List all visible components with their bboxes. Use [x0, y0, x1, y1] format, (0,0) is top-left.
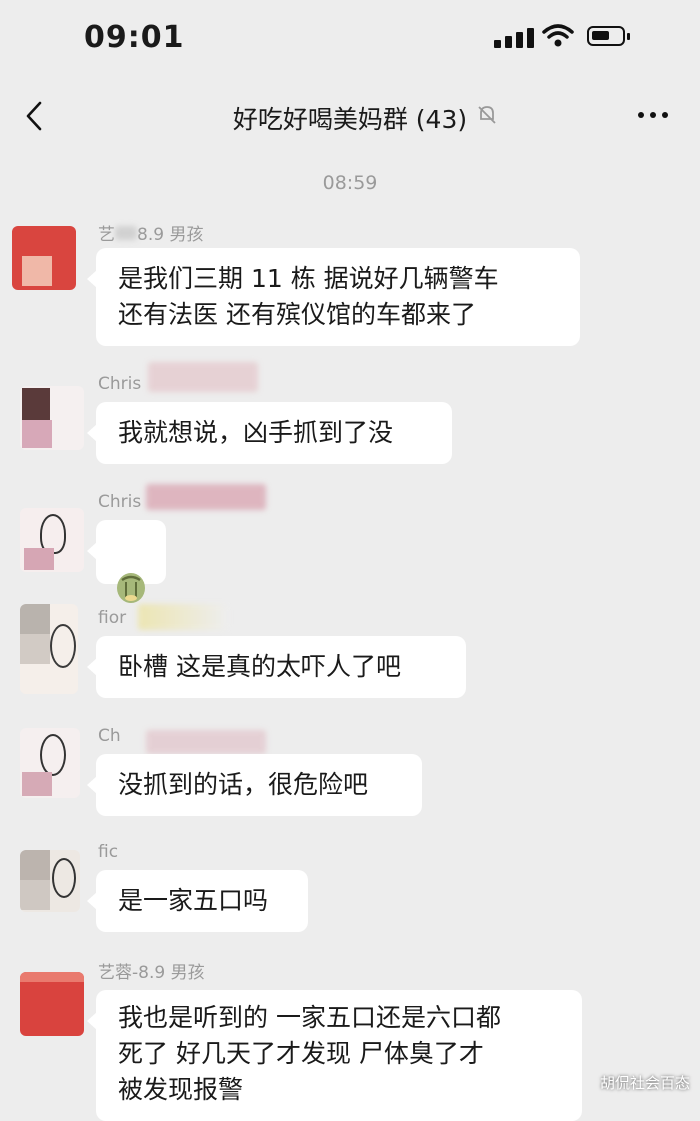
- avatar[interactable]: [12, 226, 76, 290]
- sender-name: Ch: [98, 726, 121, 746]
- redacted-name: [146, 484, 266, 510]
- redacted-name: [138, 604, 228, 630]
- avatar[interactable]: [20, 972, 84, 1036]
- sender-name: fic: [98, 842, 119, 862]
- sender-name: fior: [98, 608, 127, 628]
- chat-title: 好吃好喝美妈群 (43): [232, 105, 468, 134]
- muted-bell-icon: [478, 106, 496, 124]
- watermark: 胡侃社会百态: [599, 1074, 690, 1092]
- message-bubble[interactable]: 我就想说，凶手抓到了没: [87, 402, 452, 464]
- sender-name-tail: 8.9 男孩: [137, 225, 204, 245]
- avatar[interactable]: [20, 728, 80, 798]
- cellular-signal-icon: [494, 28, 534, 48]
- sender-name: 艺蓉-8.9 男孩: [98, 963, 205, 983]
- redacted-name: [146, 730, 266, 754]
- more-options-button[interactable]: [628, 100, 678, 130]
- dot: [662, 112, 668, 118]
- message-bubble[interactable]: 是我们三期 11 栋 据说好几辆警车 还有法医 还有殡仪馆的车都来了: [87, 248, 580, 346]
- sticker-bubble[interactable]: [87, 520, 166, 603]
- avatar[interactable]: [20, 508, 84, 572]
- message-bubble[interactable]: 是一家五口吗: [87, 870, 308, 932]
- dot: [650, 112, 656, 118]
- status-time: 09:01: [84, 20, 185, 55]
- message-bubble[interactable]: 没抓到的话，很危险吧: [87, 754, 422, 816]
- dot: [638, 112, 644, 118]
- sender-name: Chris: [98, 492, 142, 512]
- message-bubble[interactable]: 我也是听到的 一家五口还是六口都 死了 好几天了才发现 尸体臭了才 被发现报警: [87, 990, 582, 1121]
- wifi-icon: [542, 24, 574, 47]
- message-timestamp: 08:59: [322, 172, 378, 194]
- avatar[interactable]: [20, 604, 78, 694]
- avatar[interactable]: [20, 386, 84, 450]
- chat-header: 好吃好喝美妈群 (43): [0, 80, 700, 152]
- status-bar: 09:01: [0, 0, 700, 80]
- redacted-name: [148, 362, 258, 392]
- sender-name: 艺: [98, 225, 115, 245]
- sender-name: Chris: [98, 374, 142, 394]
- message-bubble[interactable]: 卧槽 这是真的太吓人了吧: [87, 636, 466, 698]
- avatar[interactable]: [20, 850, 80, 912]
- battery-icon: [587, 26, 630, 46]
